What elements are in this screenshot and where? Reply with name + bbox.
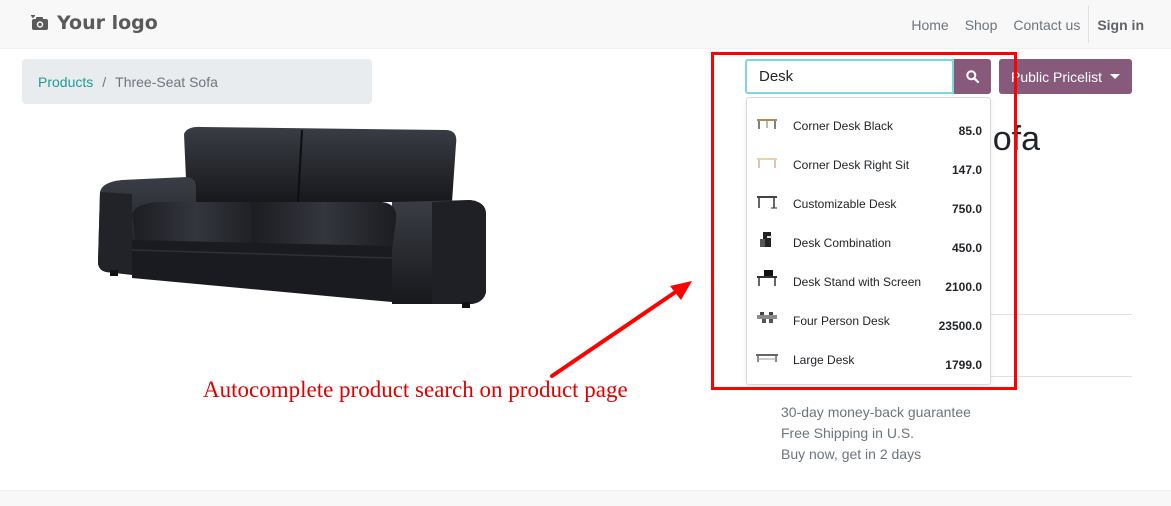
logo[interactable]: Your logo <box>31 12 158 34</box>
nav-contact[interactable]: Contact us <box>1005 17 1088 33</box>
nav-home[interactable]: Home <box>903 17 956 33</box>
breadcrumb-separator: / <box>102 73 107 90</box>
guarantee-list: 30-day money-back guarantee Free Shippin… <box>781 402 971 465</box>
nav-signin[interactable]: Sign in <box>1089 17 1171 33</box>
breadcrumb-current: Three-Seat Sofa <box>115 73 218 90</box>
footer-strip <box>0 490 1171 506</box>
breadcrumb-products-link[interactable]: Products <box>38 74 93 90</box>
annotation-caption: Autocomplete product search on product p… <box>203 377 628 402</box>
breadcrumb: Products / Three-Seat Sofa <box>22 59 372 104</box>
annotation-arrow-icon <box>550 281 692 378</box>
pricelist-dropdown-button[interactable]: Public Pricelist <box>999 59 1132 94</box>
guarantee-money-back: 30-day money-back guarantee <box>781 404 971 420</box>
logo-text: Your logo <box>57 12 158 34</box>
guarantee-delivery: Buy now, get in 2 days <box>781 446 922 462</box>
pricelist-label: Public Pricelist <box>1010 68 1103 85</box>
guarantee-shipping: Free Shipping in U.S. <box>781 425 915 441</box>
camera-icon <box>31 15 48 30</box>
annotation-highlight-box <box>711 52 1017 390</box>
caret-down-icon <box>1110 74 1121 79</box>
product-image <box>98 126 486 308</box>
nav-links: Home Shop Contact us Sign in <box>903 0 1171 49</box>
navbar: Your logo Home Shop Contact us Sign in <box>0 0 1171 49</box>
nav-shop[interactable]: Shop <box>957 17 1006 33</box>
